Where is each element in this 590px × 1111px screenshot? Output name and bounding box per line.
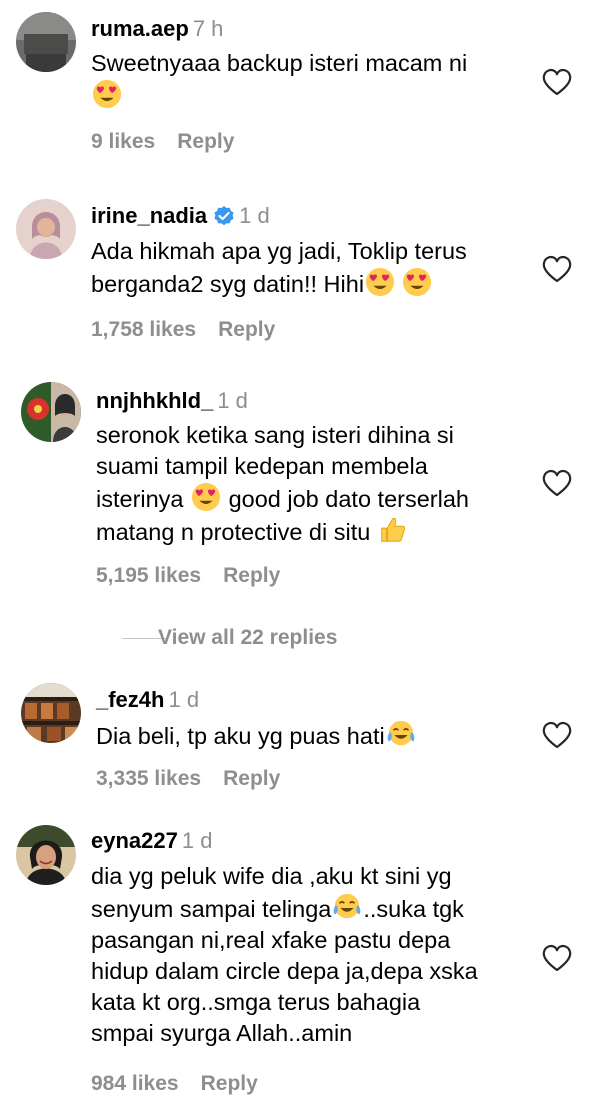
username[interactable]: eyna227 [91, 828, 178, 853]
likes-count[interactable]: 984 likes [91, 1072, 179, 1095]
comment-line: dia yg peluk wife dia ,aku kt sini yg [91, 863, 452, 889]
heart-outline-icon[interactable] [542, 944, 572, 972]
timestamp: 1 d [181, 828, 213, 853]
comment-text: dia yg peluk wife dia ,aku kt sini yg se… [91, 861, 478, 1049]
comment-header: eyna227 1 d [91, 826, 212, 856]
comment-line: pasangan ni,real xfake pastu depa [91, 927, 451, 953]
comment-line: kata kt org..smga terus bahagia [91, 989, 421, 1015]
comment-line: senyum sampai telinga ..suka tgk [91, 892, 478, 925]
comment-item: eyna227 1 d dia yg peluk wife dia ,aku kt… [0, 0, 590, 1111]
comment-line: smpai syurga Allah..amin [91, 1020, 353, 1046]
comment-line: hidup dalam circle depa ja,depa xska [91, 958, 478, 984]
reply-button[interactable]: Reply [201, 1072, 258, 1095]
avatar[interactable] [16, 825, 76, 885]
tears-of-joy-emoji [332, 892, 362, 922]
comment-actions: 984 likes Reply [91, 1072, 258, 1096]
